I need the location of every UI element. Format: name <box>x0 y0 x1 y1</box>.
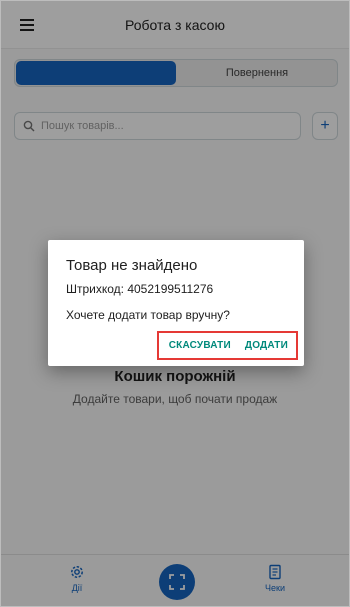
dialog-barcode: Штрихкод: 4052199511276 <box>66 282 214 296</box>
app-screen: Робота з касою Повернення + Кошик порожн… <box>0 0 350 607</box>
dialog-title: Товар не знайдено <box>66 257 198 274</box>
cancel-button[interactable]: СКАСУВАТИ <box>169 340 231 351</box>
dialog-actions: СКАСУВАТИ ДОДАТИ <box>157 331 298 360</box>
product-not-found-dialog: Товар не знайдено Штрихкод: 405219951127… <box>48 240 304 366</box>
dialog-question: Хочете додати товар вручну? <box>66 308 230 322</box>
add-button[interactable]: ДОДАТИ <box>245 340 288 351</box>
